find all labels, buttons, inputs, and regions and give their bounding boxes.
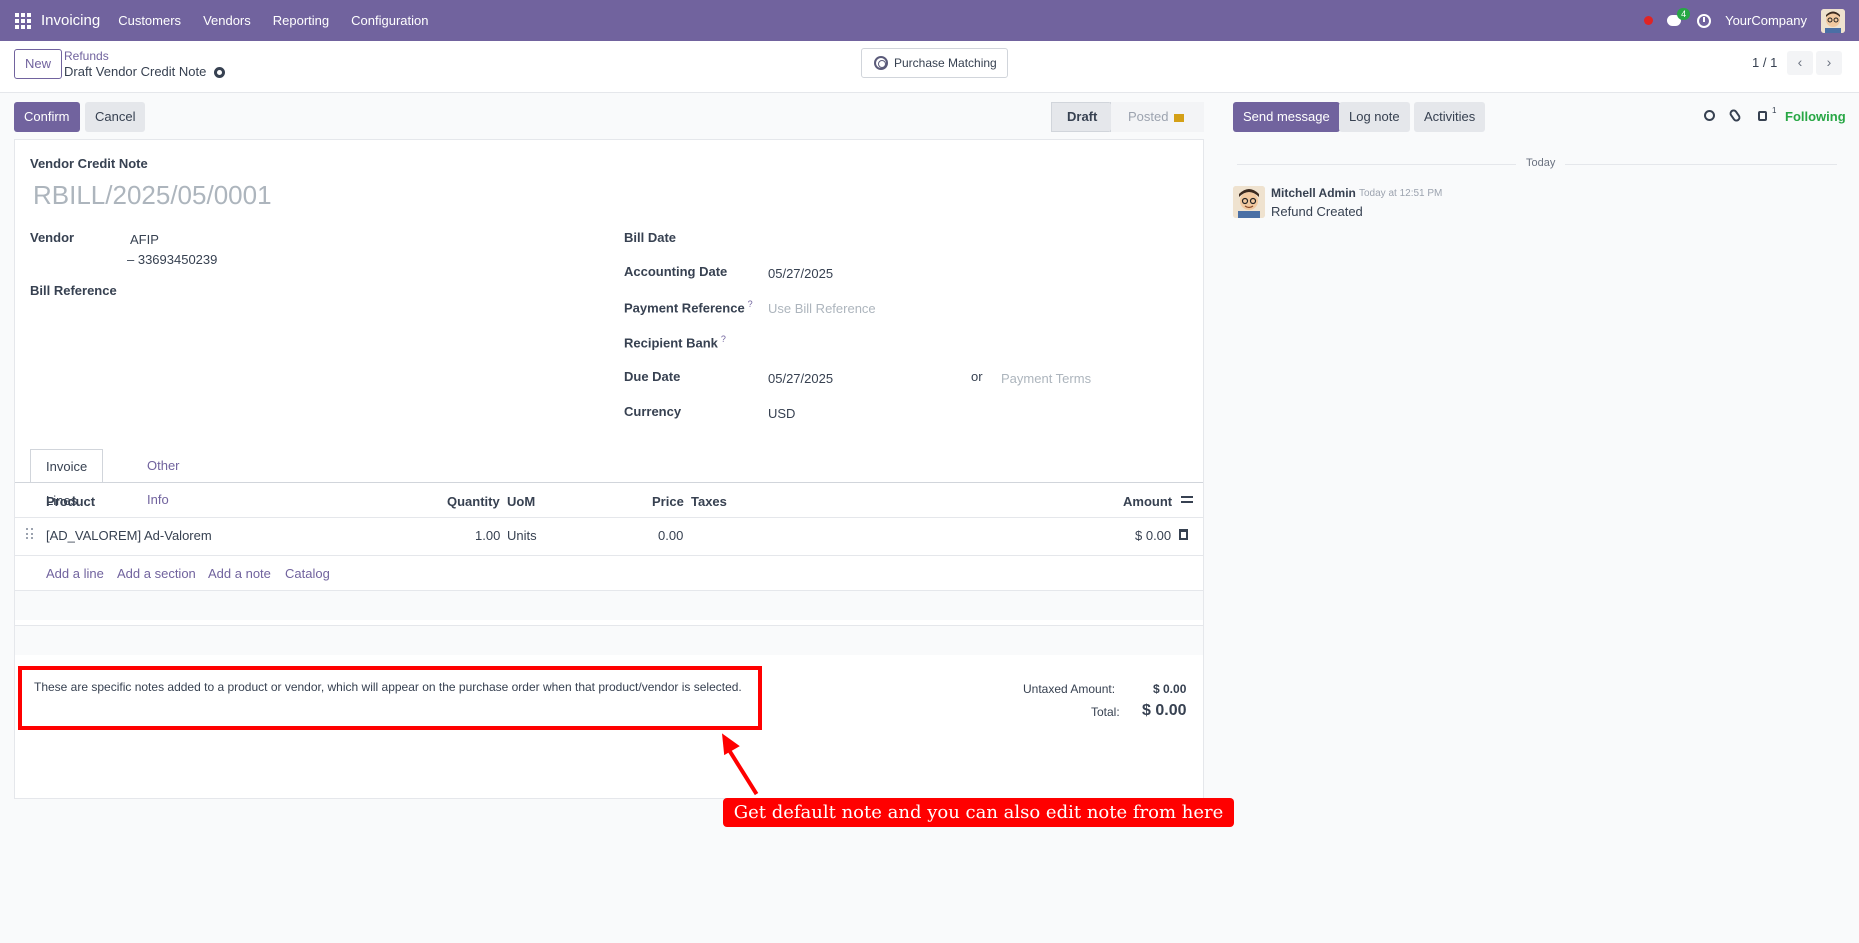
vendor-label: Vendor [30,230,75,245]
user-avatar[interactable] [1821,8,1845,33]
optional-columns-icon[interactable] [1181,496,1193,506]
status-posted-label: Posted [1128,109,1169,124]
add-line-link[interactable]: Add a line [46,566,104,581]
vendor-vat: – 33693450239 [127,252,218,267]
search-icon[interactable] [1704,110,1715,121]
tab-invoice-lines[interactable]: Invoice Lines [30,449,104,508]
total-label: Total: [1091,705,1120,719]
menu-configuration[interactable]: Configuration [351,13,428,28]
due-date-field[interactable]: 05/27/2025 [768,371,833,386]
payment-reference-label: Payment Reference? [624,299,753,315]
log-note-button[interactable]: Log note [1339,102,1410,132]
lock-icon [1174,114,1185,122]
messaging-icon[interactable]: 4 [1667,7,1691,28]
drag-handle-icon[interactable] [26,528,34,540]
empty-row [15,625,1203,655]
message-author-avatar[interactable] [1233,186,1265,218]
message-body: Refund Created [1271,204,1363,219]
line-quantity[interactable]: 1.00 [475,528,500,543]
send-message-button[interactable]: Send message [1233,102,1340,132]
breadcrumb-current: Draft Vendor Credit Note [64,64,207,79]
vendor-field[interactable]: AFIP [130,232,159,247]
line-uom[interactable]: Units [507,528,537,543]
tab-divider [15,482,1203,483]
add-section-link[interactable]: Add a section [117,566,196,581]
confirm-button[interactable]: Confirm [14,102,80,132]
form-sheet: Vendor Credit Note RBILL/2025/05/0001 Ve… [14,139,1204,799]
company-switcher[interactable]: YourCompany [1725,13,1807,28]
pager-value[interactable]: 1 / 1 [1752,55,1777,70]
row-divider [15,555,1203,556]
add-note-link[interactable]: Add a note [208,566,271,581]
top-navbar: Invoicing Customers Vendors Reporting Co… [0,0,1859,41]
cancel-button[interactable]: Cancel [85,102,146,132]
message-time: Today at 12:51 PM [1359,188,1443,199]
purchase-matching-button[interactable]: Purchase Matching [861,48,1008,78]
document-name[interactable]: RBILL/2025/05/0001 [33,180,272,211]
apps-menu-icon[interactable] [15,12,31,29]
tab-other-info[interactable]: Other Info [147,449,180,507]
followers-icon[interactable] [1758,111,1767,121]
status-posted[interactable]: Posted [1111,102,1204,132]
line-price[interactable]: 0.00 [658,528,683,543]
chevron-right-icon[interactable]: › [1816,51,1842,75]
currency-label: Currency [624,404,682,419]
column-uom[interactable]: UoM [507,494,535,509]
line-amount: $ 0.00 [1135,528,1172,543]
column-quantity[interactable]: Quantity [447,494,500,509]
activity-clock-icon[interactable] [1697,13,1712,28]
untaxed-amount-value: $ 0.00 [1153,682,1187,696]
due-date-label: Due Date [624,369,681,384]
catalog-link[interactable]: Catalog [285,566,330,581]
target-icon [874,56,888,70]
breadcrumb-refunds[interactable]: Refunds [64,49,109,63]
menu-vendors[interactable]: Vendors [203,13,251,28]
purchase-matching-label: Purchase Matching [894,56,997,70]
bill-reference-label: Bill Reference [30,283,117,298]
header-divider [15,517,1203,518]
column-amount[interactable]: Amount [1123,494,1172,509]
recipient-bank-label: Recipient Bank? [624,334,726,350]
untaxed-amount-label: Untaxed Amount: [1023,682,1116,696]
recipient-bank-text: Recipient Bank [624,335,718,351]
empty-row [15,590,1203,620]
bill-date-label: Bill Date [624,230,677,245]
followers-count: 1 [1772,106,1777,115]
trash-icon[interactable] [1179,529,1188,540]
control-panel: New Refunds Draft Vendor Credit Note Pur… [0,41,1859,93]
status-indicator-icon [1644,16,1654,25]
currency-field[interactable]: USD [768,406,795,421]
date-separator-label: Today [1516,157,1566,169]
total-value: $ 0.00 [1142,702,1187,719]
gear-icon[interactable] [214,67,225,78]
accounting-date-label: Accounting Date [624,264,728,279]
payment-reference-field[interactable]: Use Bill Reference [768,301,876,316]
help-icon[interactable]: ? [748,299,753,309]
message-author[interactable]: Mitchell Admin [1271,186,1356,200]
app-brand[interactable]: Invoicing [41,12,100,29]
following-button[interactable]: Following [1785,109,1846,124]
default-note-field[interactable]: These are specific notes added to a prod… [18,666,762,730]
document-type: Vendor Credit Note [30,156,148,171]
help-icon[interactable]: ? [721,334,726,344]
messaging-badge: 4 [1677,7,1691,20]
new-button[interactable]: New [14,49,63,79]
paperclip-icon[interactable] [1727,107,1743,124]
column-taxes[interactable]: Taxes [691,494,727,509]
or-label: or [971,369,983,384]
chevron-left-icon[interactable]: ‹ [1787,51,1813,75]
status-draft: Draft [1051,102,1111,132]
column-product[interactable]: Product [46,494,95,509]
payment-reference-text: Payment Reference [624,300,745,316]
annotation-callout: Get default note and you can also edit n… [723,798,1234,827]
menu-reporting[interactable]: Reporting [273,13,329,28]
line-product[interactable]: [AD_VALOREM] Ad-Valorem [46,528,212,543]
activities-button[interactable]: Activities [1414,102,1486,132]
payment-terms-field[interactable]: Payment Terms [1001,371,1091,386]
accounting-date-field[interactable]: 05/27/2025 [768,266,833,281]
column-price[interactable]: Price [652,494,684,509]
menu-customers[interactable]: Customers [118,13,181,28]
